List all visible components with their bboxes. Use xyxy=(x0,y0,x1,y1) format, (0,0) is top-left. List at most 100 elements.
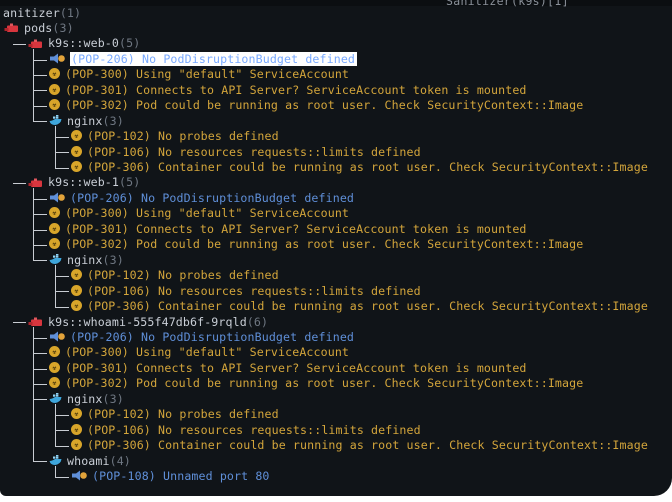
issue-row[interactable]: (POP-206) No PodDisruptionBudget defined xyxy=(49,51,358,67)
tree-guide-line xyxy=(55,430,69,432)
issue-code: (POP-306) xyxy=(87,299,151,314)
issue-row[interactable]: ☣ (POP-301) Connects to API Server? Servi… xyxy=(49,83,527,98)
issue-message: Unnamed port 80 xyxy=(163,469,270,483)
issue-row[interactable]: ☣ (POP-300) Using "default" ServiceAccoun… xyxy=(49,345,349,360)
tree-guide-line xyxy=(55,291,69,293)
issue-text: (POP-300) Using "default" ServiceAccount xyxy=(65,67,349,81)
container-node[interactable]: nginx(3) xyxy=(49,392,124,407)
pod-node-label: k9s::web-0 xyxy=(48,36,120,51)
issue-message: Pod could be running as root user. Check… xyxy=(136,98,584,113)
pod-node-count: (6) xyxy=(246,314,269,329)
issue-code: (POP-206) xyxy=(70,190,134,205)
container-node[interactable]: nginx(3) xyxy=(49,253,124,268)
issue-message: No probes defined xyxy=(158,407,279,422)
pod-node-count: (5) xyxy=(119,36,141,51)
warning-icon: ☣ xyxy=(71,130,82,142)
issue-row[interactable]: ☣ (POP-300) Using "default" ServiceAccoun… xyxy=(49,206,349,221)
tree-guide-line xyxy=(55,476,69,478)
issue-row[interactable]: (POP-206) No PodDisruptionBudget defined xyxy=(49,191,354,206)
warning-icon: ☣ xyxy=(49,99,60,111)
issue-row[interactable]: ☣ (POP-301) Connects to API Server? Servi… xyxy=(49,361,527,376)
issue-text: (POP-302) Pod could be running as root u… xyxy=(65,98,583,112)
warning-icon: ☣ xyxy=(71,145,82,157)
issue-text: (POP-102) No probes defined xyxy=(87,268,279,282)
tree-guide-line xyxy=(33,105,47,107)
issue-text: (POP-306) Container could be running as … xyxy=(87,438,648,452)
issue-code: (POP-302) xyxy=(65,237,129,252)
container-node[interactable]: nginx(3) xyxy=(49,114,124,129)
issue-row[interactable]: ☣ (POP-102) No probes defined xyxy=(71,268,279,283)
issue-message: Connects to API Server? ServiceAccount t… xyxy=(136,221,527,236)
pod-icon xyxy=(28,177,43,187)
issue-row[interactable]: ☣ (POP-106) No resources requests::limits… xyxy=(71,423,421,438)
container-node-label: nginx xyxy=(67,252,103,267)
issue-code: (POP-301) xyxy=(65,82,129,97)
info-icon xyxy=(49,192,65,203)
tree-guide-line xyxy=(33,399,47,401)
issue-code: (POP-102) xyxy=(87,407,151,422)
tree-guide-line xyxy=(33,59,47,61)
warning-icon: ☣ xyxy=(71,161,82,172)
issue-row[interactable]: (POP-108) Unnamed port 80 xyxy=(71,469,270,484)
issue-code: (POP-306) xyxy=(87,160,151,174)
issue-text: (POP-206) No PodDisruptionBudget defined xyxy=(70,191,354,205)
tree-guide-line xyxy=(33,188,34,261)
tree-guide-line xyxy=(13,44,26,46)
issue-message: Using "default" ServiceAccount xyxy=(136,206,350,221)
container-node[interactable]: whoami(4) xyxy=(49,454,131,469)
tree-guide-line xyxy=(55,167,69,169)
issue-row[interactable]: ☣ (POP-306) Container could be running as… xyxy=(71,299,648,314)
issue-row[interactable]: ☣ (POP-102) No probes defined xyxy=(71,129,279,144)
pod-node[interactable]: k9s::whoami-555f47db6f-9rqld(6) xyxy=(28,315,268,330)
issue-message: Container could be running as root user.… xyxy=(158,299,648,314)
tree-guide-line xyxy=(33,214,47,216)
pod-node[interactable]: k9s::web-1(5) xyxy=(28,175,140,190)
issue-row[interactable]: ☣ (POP-301) Connects to API Server? Servi… xyxy=(49,222,527,237)
issue-code: (POP-102) xyxy=(87,268,151,283)
warning-icon: ☣ xyxy=(71,423,82,435)
tree-guide-line xyxy=(33,368,47,370)
tree-guide-line xyxy=(33,244,47,246)
issue-text: (POP-106) No resources requests::limits … xyxy=(87,284,421,298)
tree-guide-line xyxy=(55,404,56,446)
sanitizer-root[interactable]: anitizer(1) xyxy=(3,6,81,21)
issue-row[interactable]: ☣ (POP-302) Pod could be running as root … xyxy=(49,237,583,252)
sanitizer-root-label: anitizer xyxy=(3,5,60,20)
warning-icon: ☣ xyxy=(49,83,60,95)
warning-icon: ☣ xyxy=(49,361,60,373)
issue-row[interactable]: ☣ (POP-106) No resources requests::limits… xyxy=(71,145,421,160)
tree-guide-line xyxy=(55,275,69,277)
issue-row[interactable]: ☣ (POP-302) Pod could be running as root … xyxy=(49,376,583,391)
tree-guide-line xyxy=(55,265,56,307)
pods-node-label: pods xyxy=(24,20,53,35)
issue-message: Container could be running as root user.… xyxy=(158,438,648,453)
issue-message: No PodDisruptionBudget defined xyxy=(142,51,356,66)
tree-guide-line xyxy=(33,337,47,339)
issue-message: Container could be running as root user.… xyxy=(158,160,648,174)
sanitizer-tree: anitizer(1) pods(3) k9s::web-0(5) (POP-206)… xyxy=(0,0,672,496)
issue-text: (POP-302) Pod could be running as root u… xyxy=(65,376,583,390)
pod-icon xyxy=(28,38,43,48)
container-icon xyxy=(49,392,62,404)
issue-message: No PodDisruptionBudget defined xyxy=(141,329,355,344)
issue-message: No probes defined xyxy=(158,268,279,283)
issue-message: Pod could be running as root user. Check… xyxy=(136,237,584,252)
sanitizer-root-count: (1) xyxy=(59,5,82,20)
tree-guide-line xyxy=(55,466,56,477)
issue-row[interactable]: ☣ (POP-106) No resources requests::limits… xyxy=(71,284,421,299)
issue-message: No resources requests::limits defined xyxy=(158,422,421,437)
warning-icon: ☣ xyxy=(71,439,82,451)
issue-row[interactable]: ☣ (POP-306) Container could be running as… xyxy=(71,160,648,175)
issue-code: (POP-306) xyxy=(87,438,151,453)
issue-row[interactable]: ☣ (POP-102) No probes defined xyxy=(71,407,279,422)
container-node-label: nginx xyxy=(67,113,103,128)
issue-row[interactable]: (POP-206) No PodDisruptionBudget defined xyxy=(49,330,354,345)
issue-code: (POP-206) xyxy=(70,329,134,344)
issue-text: (POP-301) Connects to API Server? Servic… xyxy=(65,83,527,97)
pod-node[interactable]: k9s::web-0(5) xyxy=(28,36,140,51)
issue-row[interactable]: ☣ (POP-302) Pod could be running as root … xyxy=(49,98,583,113)
pods-node[interactable]: pods(3) xyxy=(4,21,74,36)
issue-row[interactable]: ☣ (POP-306) Container could be running as… xyxy=(71,438,648,453)
issue-row[interactable]: ☣ (POP-300) Using "default" ServiceAccoun… xyxy=(49,67,349,82)
issue-code: (POP-302) xyxy=(65,98,129,113)
